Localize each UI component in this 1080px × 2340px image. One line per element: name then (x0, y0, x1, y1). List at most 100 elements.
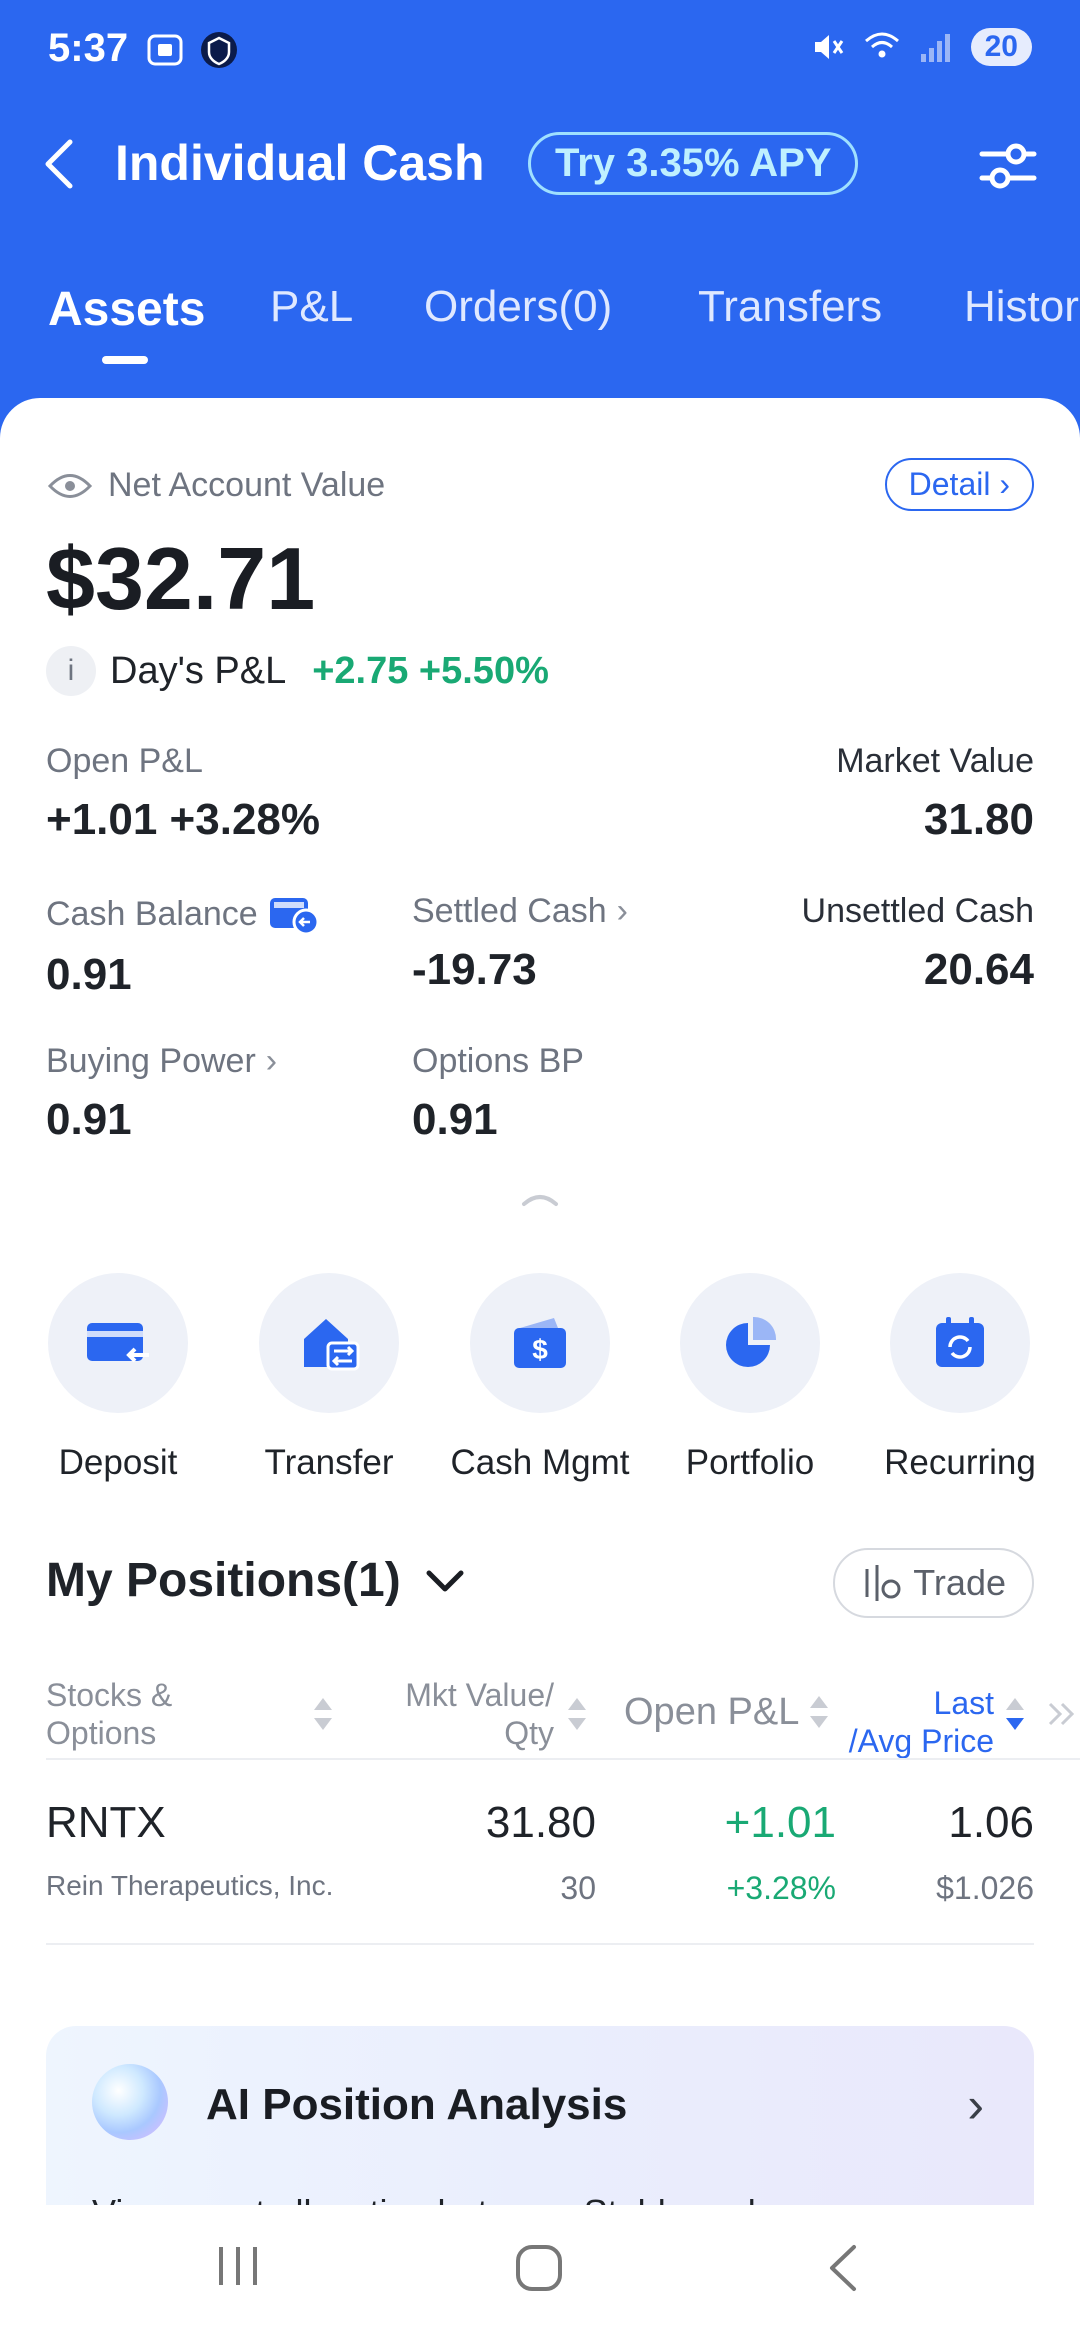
position-name: Rein Therapeutics, Inc. (46, 1870, 334, 1901)
cash-balance-metric[interactable]: Cash Balance 0.91 (46, 892, 320, 1000)
positions-title: My Positions(1) (46, 1554, 401, 1607)
position-open-pl-pct: +3.28% (726, 1870, 836, 1906)
app-shield-icon (201, 32, 237, 68)
col-mkt-value-qty[interactable]: Mkt Value/ Qty (370, 1676, 554, 1753)
net-label-text: Net Account Value (108, 466, 386, 504)
net-account-value: $32.71 (46, 529, 316, 628)
quick-actions: Deposit Transfer $ Cash Mgmt Portfolio R… (0, 1273, 1080, 1503)
battery-level: 20 (970, 28, 1032, 66)
apy-badge[interactable]: Try 3.35% APY (528, 132, 859, 195)
chevron-right-icon: › (967, 2077, 984, 2133)
tab-orders[interactable]: Orders(0) (424, 282, 612, 332)
home-icon[interactable] (514, 2243, 564, 2293)
col-stocks-options[interactable]: Stocks & Options (46, 1676, 172, 1753)
market-value: 31.80 (923, 795, 1034, 844)
mute-icon (814, 35, 843, 59)
transfer-house-icon (304, 1319, 360, 1371)
detail-button[interactable]: Detail › (884, 458, 1034, 511)
row-divider (46, 1943, 1034, 1945)
table-header-divider (46, 1758, 1080, 1760)
action-deposit[interactable]: Deposit (18, 1273, 218, 1483)
page-title: Individual Cash (115, 135, 485, 191)
sort-icon[interactable] (566, 1696, 588, 1732)
settings-button[interactable] (976, 134, 1040, 198)
cash-balance-label: Cash Balance (46, 894, 258, 933)
action-portfolio-label: Portfolio (685, 1443, 815, 1482)
tab-assets[interactable]: Assets (48, 282, 205, 337)
wallet-transfer-icon[interactable] (268, 892, 320, 936)
status-time: 5:37 (48, 26, 129, 70)
title-bar: Individual Cash Try 3.35% APY (0, 120, 1080, 210)
ai-card-title: AI Position Analysis (206, 2080, 628, 2129)
settled-cash-label: Settled Cash (412, 892, 607, 930)
back-nav-icon[interactable] (822, 2243, 862, 2293)
days-pl-label: Day's P&L (110, 649, 287, 692)
action-transfer[interactable]: Transfer (229, 1273, 429, 1483)
options-bp-label: Options BP (412, 1042, 584, 1080)
sort-icon[interactable] (808, 1694, 830, 1730)
sort-desc-icon[interactable] (1004, 1696, 1026, 1732)
open-pl-metric: Open P&L +1.01 +3.28% (46, 742, 320, 845)
assets-card: Net Account Value Detail › $32.71 i Day'… (0, 398, 1080, 2340)
action-cash-mgmt[interactable]: $ Cash Mgmt (440, 1273, 640, 1483)
position-last-price: 1.06 (948, 1798, 1034, 1847)
position-open-pl: +1.01 (724, 1798, 836, 1847)
net-account-value-label: Net Account Value (48, 466, 385, 505)
wallet-dollar-icon: $ (514, 1318, 566, 1368)
chevron-right-icon: › (999, 466, 1010, 502)
options-bp-metric: Options BP 0.91 (412, 1042, 584, 1145)
eye-icon[interactable] (48, 471, 92, 501)
col-open-pl[interactable]: Open P&L (624, 1690, 799, 1736)
buying-power-metric[interactable]: Buying Power › 0.91 (46, 1042, 277, 1145)
recent-apps-icon[interactable] (215, 2243, 261, 2289)
trade-label: Trade (913, 1562, 1006, 1603)
options-bp-value: 0.91 (412, 1095, 498, 1144)
settled-cash-metric[interactable]: Settled Cash › -19.73 (412, 892, 628, 995)
tab-pl[interactable]: P&L (270, 282, 353, 332)
deposit-card-icon (87, 1323, 149, 1363)
sliders-icon (979, 143, 1037, 189)
position-avg-price: $1.026 (936, 1870, 1034, 1906)
col-last-line2: /Avg Price (848, 1723, 994, 1760)
open-pl-value: +1.01 +3.28% (46, 795, 321, 844)
cash-balance-value: 0.91 (46, 950, 132, 999)
action-recurring-label: Recurring (884, 1443, 1036, 1482)
status-left-icons (145, 30, 239, 70)
buying-power-label: Buying Power (46, 1042, 256, 1080)
ai-orb-icon (92, 2064, 168, 2140)
chevron-right-icon: › (265, 1042, 278, 1080)
position-ticker: RNTX (46, 1798, 166, 1847)
back-button[interactable] (32, 134, 92, 194)
action-deposit-label: Deposit (58, 1443, 178, 1482)
positions-header[interactable]: My Positions(1) (46, 1553, 465, 1608)
col-mkt-line2: Qty (504, 1715, 554, 1752)
action-recurring[interactable]: Recurring (860, 1273, 1060, 1483)
info-icon[interactable]: i (46, 646, 96, 696)
days-pl: i Day's P&L +2.75 +5.50% (46, 646, 549, 696)
trade-candles-icon (865, 1565, 901, 1601)
trade-button[interactable]: Trade (833, 1548, 1034, 1618)
tab-history[interactable]: Histor (964, 282, 1079, 332)
screenshot-icon (147, 34, 183, 66)
signal-icon (920, 34, 950, 62)
position-qty: 30 (560, 1870, 596, 1906)
sort-icon[interactable] (312, 1696, 334, 1732)
settled-cash-value: -19.73 (412, 945, 537, 994)
chevron-right-icon: › (616, 892, 628, 930)
calendar-refresh-icon (936, 1317, 984, 1367)
status-bar: 5:37 20 (0, 0, 1080, 100)
days-pl-value: +2.75 +5.50% (312, 649, 549, 692)
action-transfer-label: Transfer (264, 1443, 394, 1482)
action-portfolio[interactable]: Portfolio (650, 1273, 850, 1483)
tab-transfers[interactable]: Transfers (698, 282, 882, 332)
collapse-chevron-icon[interactable] (520, 1188, 560, 1208)
buying-power-value: 0.91 (46, 1095, 132, 1144)
unsettled-cash-value: 20.64 (923, 945, 1034, 994)
double-chevron-right-icon[interactable] (1046, 1700, 1076, 1728)
open-pl-label: Open P&L (46, 742, 203, 780)
position-mkt-value: 31.80 (485, 1798, 596, 1847)
market-value-label: Market Value (836, 742, 1034, 780)
col-last-avg-price[interactable]: Last /Avg Price (834, 1684, 994, 1761)
tab-bar: Assets P&L Orders(0) Transfers Histor (0, 270, 1080, 380)
unsettled-cash-label: Unsettled Cash (801, 892, 1034, 930)
